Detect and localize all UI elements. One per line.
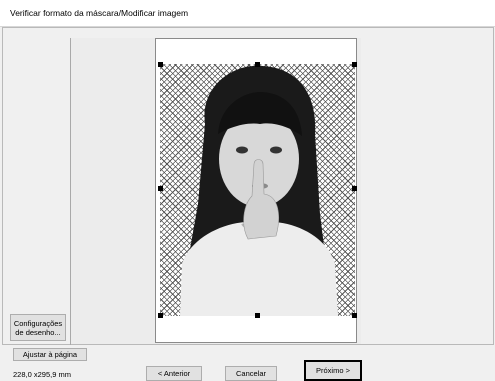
drawing-settings-label-line2: de desenho... xyxy=(15,327,61,337)
handle-top-center[interactable] xyxy=(255,62,260,67)
handle-bottom-left[interactable] xyxy=(158,313,163,318)
handle-bottom-right[interactable] xyxy=(352,313,357,318)
handle-top-right[interactable] xyxy=(352,62,357,67)
handle-top-left[interactable] xyxy=(158,62,163,67)
size-readout: 228,0 x295,9 mm xyxy=(13,370,71,379)
fit-to-page-label: Ajustar à página xyxy=(22,350,78,359)
fit-to-page-button[interactable]: Ajustar à página xyxy=(13,348,87,361)
mask-image-area[interactable] xyxy=(160,64,355,316)
drawing-settings-label-line1: Configurações xyxy=(13,318,63,328)
previous-label: < Anterior xyxy=(157,369,191,378)
handle-middle-right[interactable] xyxy=(352,186,357,191)
next-button[interactable]: Próximo > xyxy=(304,360,362,381)
cancel-label: Cancelar xyxy=(235,369,266,378)
girl-photo-image xyxy=(180,65,338,316)
drawing-settings-button[interactable]: Configurações de desenho... xyxy=(10,314,66,341)
handle-middle-left[interactable] xyxy=(158,186,163,191)
title-bar: Verificar formato da máscara/Modificar i… xyxy=(0,0,495,27)
previous-button[interactable]: < Anterior xyxy=(146,366,202,381)
cancel-button[interactable]: Cancelar xyxy=(225,366,277,381)
handle-bottom-center[interactable] xyxy=(255,313,260,318)
next-label: Próximo > xyxy=(316,366,350,375)
window-title: Verificar formato da máscara/Modificar i… xyxy=(10,8,189,18)
